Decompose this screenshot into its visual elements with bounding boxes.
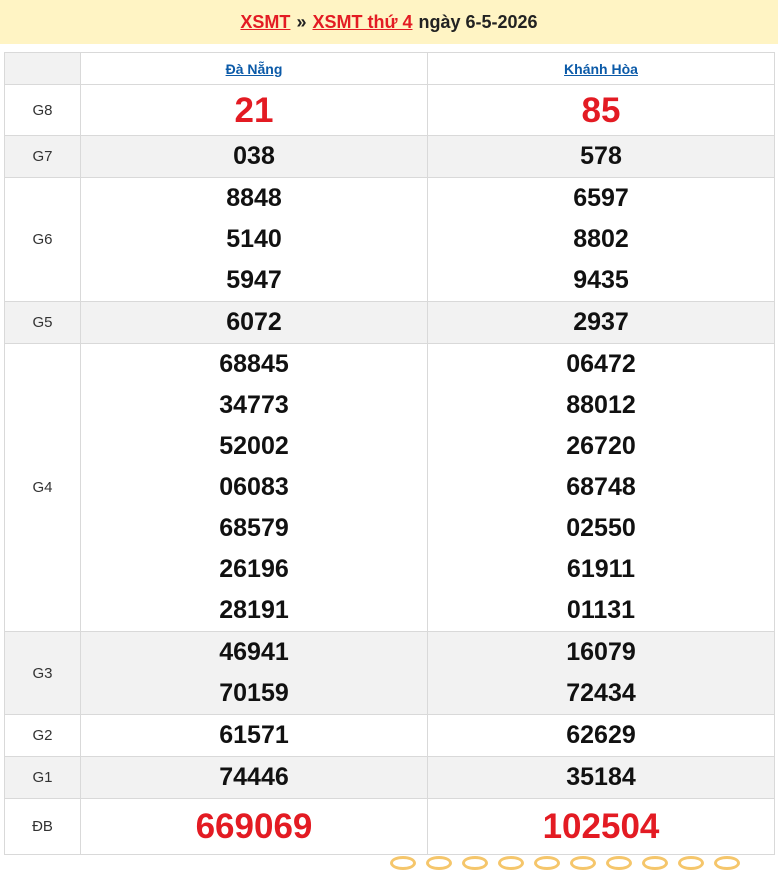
prize-label: ĐB bbox=[4, 798, 81, 855]
province-header-danang[interactable]: Đà Nẵng bbox=[80, 52, 428, 85]
decor-ring bbox=[498, 856, 524, 870]
table-row-g6: G6 8848 5140 5947 6597 8802 9435 bbox=[4, 177, 775, 302]
breadcrumb-separator: » bbox=[296, 11, 307, 32]
prize-value-danang: 8848 5140 5947 bbox=[80, 177, 428, 302]
table-row-g8: G8 21 85 bbox=[4, 84, 775, 136]
prize-value-khanhhoa: 06472 88012 26720 68748 02550 61911 01131 bbox=[427, 343, 775, 632]
table-row-g5: G5 6072 2937 bbox=[4, 301, 775, 344]
province-header-khanhhoa[interactable]: Khánh Hòa bbox=[427, 52, 775, 85]
prize-value-danang: 74446 bbox=[80, 756, 428, 799]
prize-label: G5 bbox=[4, 301, 81, 344]
prize-value-danang: 68845 34773 52002 06083 68579 26196 28191 bbox=[80, 343, 428, 632]
prize-value-khanhhoa: 85 bbox=[427, 84, 775, 136]
table-row-g7: G7 038 578 bbox=[4, 135, 775, 178]
decor-ring bbox=[390, 856, 416, 870]
prize-label: G1 bbox=[4, 756, 81, 799]
decor-ring bbox=[534, 856, 560, 870]
results-table: Đà Nẵng Khánh Hòa G8 21 85 G7 038 578 G6… bbox=[4, 52, 775, 855]
table-row-g4: G4 68845 34773 52002 06083 68579 26196 28191 0… bbox=[4, 343, 775, 632]
decor-ring bbox=[642, 856, 668, 870]
prize-value-danang: 6072 bbox=[80, 301, 428, 344]
prize-value-khanhhoa: 62629 bbox=[427, 714, 775, 757]
prize-label: G7 bbox=[4, 135, 81, 178]
prize-label: G3 bbox=[4, 631, 81, 715]
decor-ring bbox=[462, 856, 488, 870]
prize-label: G6 bbox=[4, 177, 81, 302]
decor-ring bbox=[606, 856, 632, 870]
xsmt-link[interactable]: XSMT bbox=[240, 12, 290, 33]
prize-label: G2 bbox=[4, 714, 81, 757]
special-prize-khanhhoa: 102504 bbox=[427, 798, 775, 855]
prize-value-khanhhoa: 6597 8802 9435 bbox=[427, 177, 775, 302]
draw-date: ngày 6-5-2026 bbox=[418, 11, 538, 32]
decorative-border bbox=[390, 856, 778, 870]
decor-ring bbox=[678, 856, 704, 870]
xsmt-thu4-link[interactable]: XSMT thứ 4 bbox=[312, 12, 412, 33]
prize-value-danang: 21 bbox=[80, 84, 428, 136]
decor-ring bbox=[426, 856, 452, 870]
table-row-g3: G3 46941 70159 16079 72434 bbox=[4, 631, 775, 715]
table-row-g2: G2 61571 62629 bbox=[4, 714, 775, 757]
decor-ring bbox=[714, 856, 740, 870]
decor-ring bbox=[570, 856, 596, 870]
prize-value-danang: 46941 70159 bbox=[80, 631, 428, 715]
prize-value-khanhhoa: 16079 72434 bbox=[427, 631, 775, 715]
table-row-g1: G1 74446 35184 bbox=[4, 756, 775, 799]
corner-cell bbox=[4, 52, 81, 85]
prize-value-khanhhoa: 35184 bbox=[427, 756, 775, 799]
table-row-special: ĐB 669069 102504 bbox=[4, 798, 775, 855]
prize-value-khanhhoa: 2937 bbox=[427, 301, 775, 344]
page-header: XSMT » XSMT thứ 4 ngày 6-5-2026 bbox=[0, 0, 778, 44]
special-prize-danang: 669069 bbox=[80, 798, 428, 855]
prize-label: G8 bbox=[4, 84, 81, 136]
prize-value-khanhhoa: 578 bbox=[427, 135, 775, 178]
prize-label: G4 bbox=[4, 343, 81, 632]
prize-value-danang: 61571 bbox=[80, 714, 428, 757]
prize-value-danang: 038 bbox=[80, 135, 428, 178]
